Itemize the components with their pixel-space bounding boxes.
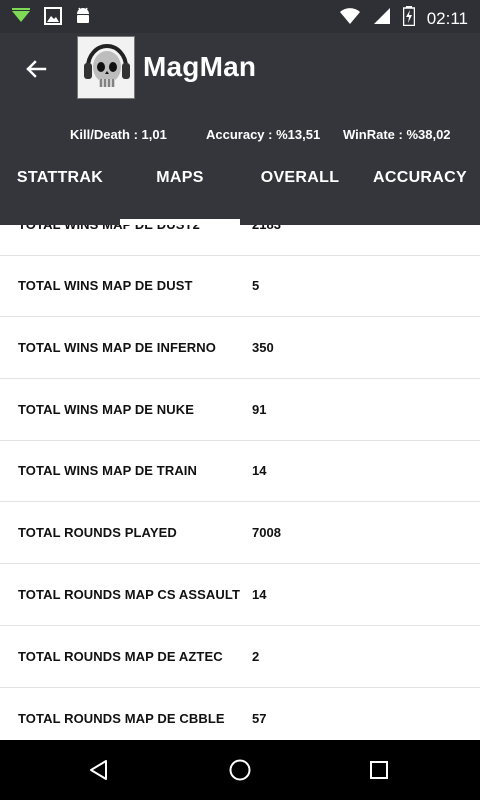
list-item: TOTAL WINS MAP DE DUST2 2183 — [0, 225, 480, 256]
summary-stats: Kill/Death : 1,01 Accuracy : %13,51 WinR… — [0, 127, 480, 147]
back-triangle-icon — [90, 760, 107, 780]
list-item: TOTAL ROUNDS MAP DE AZTEC 2 — [0, 626, 480, 688]
stat-value: 57 — [252, 711, 267, 726]
list-item: TOTAL WINS MAP DE DUST 5 — [0, 255, 480, 317]
status-bar: 02:11 — [0, 0, 480, 33]
tab-label: ACCURACY — [373, 169, 467, 186]
system-icons: 02:11 — [339, 6, 468, 31]
stat-label: TOTAL ROUNDS MAP DE CBBLE — [18, 711, 225, 726]
stats-list[interactable]: TOTAL WINS MAP DE DUST2 2183 TOTAL WINS … — [0, 225, 480, 740]
stat-label: TOTAL ROUNDS PLAYED — [18, 525, 177, 540]
stat-value: 2 — [252, 649, 260, 664]
stat-value: 5 — [252, 278, 260, 293]
tab-bar: STATTRAK MAPS OVERALL ACCURACY — [0, 161, 480, 225]
tab-maps[interactable]: MAPS — [120, 161, 240, 225]
list-item: TOTAL WINS MAP DE INFERNO 350 — [0, 317, 480, 379]
tab-stattrak[interactable]: STATTRAK — [0, 161, 120, 225]
stat-label: TOTAL WINS MAP DE INFERNO — [18, 340, 216, 355]
stat-value: 14 — [252, 463, 267, 478]
back-button[interactable] — [20, 53, 52, 85]
tab-overall[interactable]: OVERALL — [240, 161, 360, 225]
list-item: TOTAL ROUNDS MAP CS ASSAULT 14 — [0, 564, 480, 626]
arrow-left-icon — [26, 60, 47, 78]
stat-value: 14 — [252, 587, 267, 602]
stat-value: 350 — [252, 340, 274, 355]
android-icon — [74, 6, 92, 31]
list-item: TOTAL ROUNDS PLAYED 7008 — [0, 502, 480, 564]
stat-label: TOTAL WINS MAP DE NUKE — [18, 402, 195, 417]
winrate-stat: WinRate : %38,02 — [343, 127, 451, 142]
list-item: TOTAL WINS MAP DE NUKE 91 — [0, 379, 480, 441]
home-circle-icon — [229, 759, 251, 781]
signal-icon — [373, 7, 391, 30]
navigation-bar — [0, 740, 480, 800]
stat-value: 7008 — [252, 525, 281, 540]
stat-label: TOTAL ROUNDS MAP DE AZTEC — [18, 649, 223, 664]
notification-icons — [10, 6, 92, 31]
stat-label: TOTAL WINS MAP DE TRAIN — [18, 463, 198, 478]
download-icon — [10, 7, 32, 30]
clock: 02:11 — [426, 8, 468, 28]
battery-charging-icon — [402, 6, 415, 31]
list-item: TOTAL WINS MAP DE TRAIN 14 — [0, 440, 480, 502]
nav-home-button[interactable] — [220, 750, 260, 790]
stat-value: 91 — [252, 402, 267, 417]
avatar[interactable] — [77, 36, 135, 99]
list-item: TOTAL ROUNDS MAP DE CBBLE 57 — [0, 688, 480, 740]
tab-accuracy[interactable]: ACCURACY — [360, 161, 480, 225]
profile-header: MagMan Kill/Death : 1,01 Accuracy : %13,… — [0, 33, 480, 225]
accuracy-stat: Accuracy : %13,51 — [206, 127, 321, 142]
stat-label: TOTAL WINS MAP DE DUST2 — [18, 225, 200, 256]
skull-icon — [78, 37, 134, 98]
kill-death-stat: Kill/Death : 1,01 — [70, 127, 167, 142]
stat-value: 2183 — [252, 225, 281, 256]
tab-label: STATTRAK — [16, 169, 104, 186]
tab-label: OVERALL — [260, 169, 340, 186]
nav-back-button[interactable] — [79, 750, 119, 790]
username: MagMan — [143, 51, 257, 82]
nav-recents-button[interactable] — [359, 750, 399, 790]
tab-label: MAPS — [156, 169, 204, 186]
recents-square-icon — [370, 761, 388, 779]
stat-label: TOTAL ROUNDS MAP CS ASSAULT — [18, 587, 241, 602]
image-icon — [44, 7, 62, 30]
stat-label: TOTAL WINS MAP DE DUST — [18, 278, 193, 293]
wifi-icon — [339, 7, 361, 30]
